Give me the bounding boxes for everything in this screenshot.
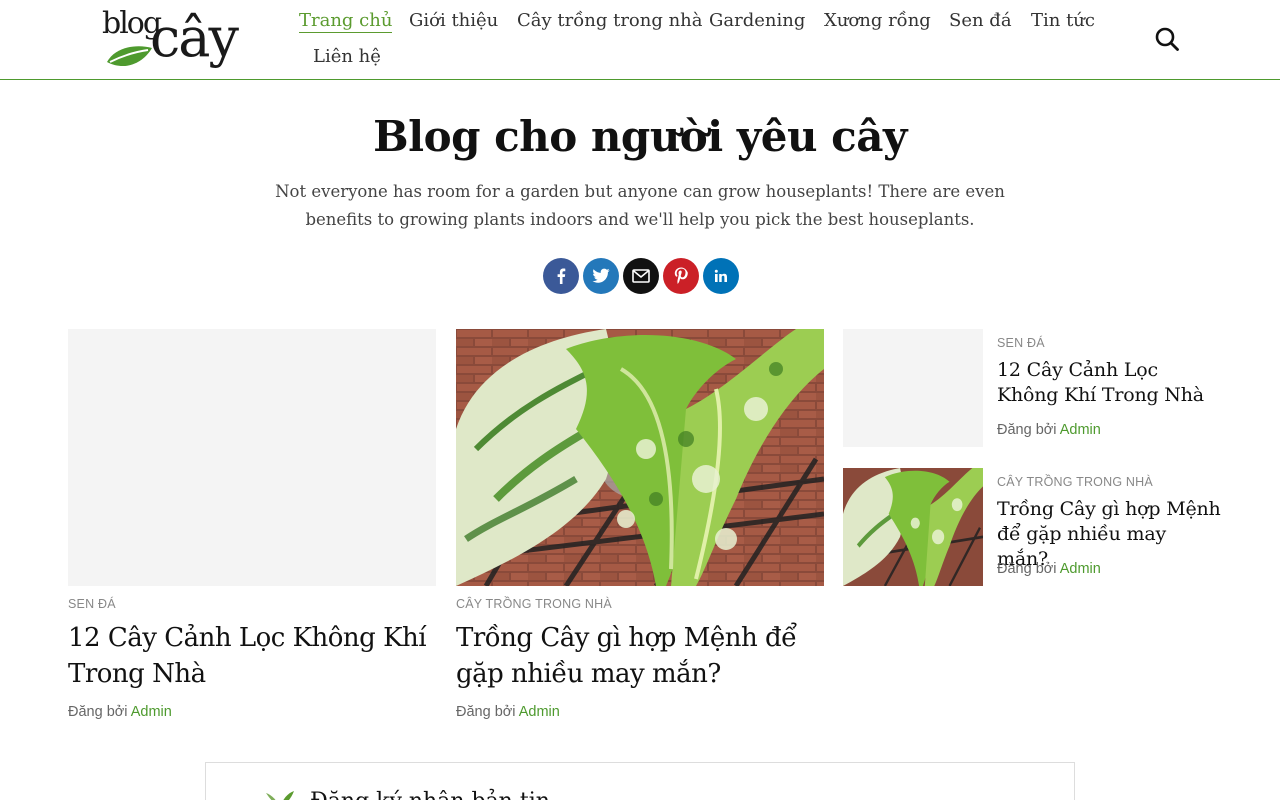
share-buttons xyxy=(543,258,739,294)
twitter-icon xyxy=(592,268,610,283)
side-post-image-placeholder[interactable] xyxy=(843,329,983,447)
posted-by-label: Đăng bởi xyxy=(997,561,1057,577)
nav-item-tin-tuc[interactable]: Tin tức xyxy=(1031,10,1095,31)
side-post-title[interactable]: 12 Cây Cảnh Lọc Không Khí Trong Nhà xyxy=(997,358,1222,408)
posted-by-label: Đăng bởi xyxy=(456,704,516,720)
post-meta: Đăng bởi Admin xyxy=(456,704,560,720)
post-meta: Đăng bởi Admin xyxy=(68,704,172,720)
leaf-icon xyxy=(107,46,152,67)
site-logo[interactable]: blog cây xyxy=(100,6,248,74)
newsletter-title: Đăng ký nhận bản tin xyxy=(310,789,550,800)
share-twitter-button[interactable] xyxy=(583,258,619,294)
facebook-icon xyxy=(557,268,566,284)
post-title[interactable]: 12 Cây Cảnh Lọc Không Khí Trong Nhà xyxy=(68,620,436,692)
post-image-plant[interactable] xyxy=(456,329,824,586)
author-link[interactable]: Admin xyxy=(1060,422,1101,438)
author-link[interactable]: Admin xyxy=(519,704,560,720)
nav-item-sen-da[interactable]: Sen đá xyxy=(949,10,1012,31)
post-title[interactable]: Trồng Cây gì hợp Mệnh để gặp nhiều may m… xyxy=(456,620,831,692)
nav-item-trang-chu[interactable]: Trang chủ xyxy=(299,10,393,33)
nav-item-lien-he[interactable]: Liên hệ xyxy=(313,46,381,67)
plant-photo xyxy=(456,329,824,586)
side-post-meta: Đăng bởi Admin xyxy=(997,422,1101,438)
share-email-button[interactable] xyxy=(623,258,659,294)
share-facebook-button[interactable] xyxy=(543,258,579,294)
author-link[interactable]: Admin xyxy=(1060,561,1101,577)
posted-by-label: Đăng bởi xyxy=(997,422,1057,438)
side-post-meta: Đăng bởi Admin xyxy=(997,561,1101,577)
post-image-placeholder[interactable] xyxy=(68,329,436,586)
search-button[interactable] xyxy=(1154,26,1180,52)
newsletter-box: Đăng ký nhận bản tin xyxy=(205,762,1075,800)
nav-item-xuong-rong[interactable]: Xương rồng xyxy=(824,10,931,31)
side-post-category[interactable]: SEN ĐÁ xyxy=(997,336,1045,350)
author-link[interactable]: Admin xyxy=(131,704,172,720)
page-title: Blog cho người yêu cây xyxy=(373,112,907,161)
post-category[interactable]: CÂY TRỒNG TRONG NHÀ xyxy=(456,597,612,611)
plant-icon xyxy=(266,791,294,800)
share-pinterest-button[interactable] xyxy=(663,258,699,294)
site-header: blog cây Trang chủ Giới thiệu Cây trồng … xyxy=(0,0,1280,80)
logo-text-cay: cây xyxy=(150,6,239,69)
pinterest-icon xyxy=(674,267,688,284)
share-linkedin-button[interactable] xyxy=(703,258,739,294)
nav-item-gardening[interactable]: Gardening xyxy=(709,10,805,31)
search-icon xyxy=(1155,27,1179,51)
side-post-category[interactable]: CÂY TRỒNG TRONG NHÀ xyxy=(997,475,1153,489)
post-category[interactable]: SEN ĐÁ xyxy=(68,597,116,611)
plant-thumbnail xyxy=(843,468,983,586)
linkedin-icon xyxy=(714,269,727,282)
nav-item-cay-trong-trong-nha[interactable]: Cây trồng trong nhà xyxy=(517,10,703,31)
email-icon xyxy=(632,269,650,283)
side-post-image-plant[interactable] xyxy=(843,468,983,586)
posted-by-label: Đăng bởi xyxy=(68,704,128,720)
hero-description: Not everyone has room for a garden but a… xyxy=(275,182,1005,229)
nav-item-gioi-thieu[interactable]: Giới thiệu xyxy=(409,10,498,31)
